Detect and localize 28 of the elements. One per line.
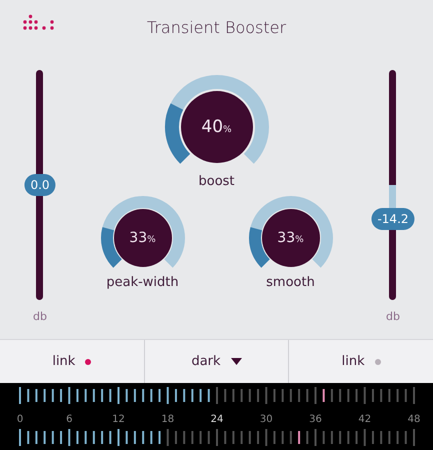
unit-label: db [33,310,47,323]
scale-label: 36 [309,414,322,426]
unit-label: db [386,310,400,323]
plugin-title: Transient Booster [146,18,286,38]
scale-label: 18 [161,414,174,426]
knob-label: boost [198,174,235,189]
scale-label: 6 [66,414,72,426]
link-toggle[interactable]: link [289,340,433,384]
vertical-slider[interactable]: 0.0 [14,70,66,300]
knob-label: smooth [266,274,315,290]
scale-label: 24 [210,414,224,426]
vertical-slider[interactable]: -14.2 [367,70,419,300]
caret-icon [230,358,242,366]
slider-thumb[interactable]: -14.2 [371,208,415,230]
knob-value: 40% [201,116,232,137]
scale-label: 30 [260,414,273,426]
knob-value: 33% [129,230,156,246]
scale-label: 0 [16,414,24,426]
scale-label: 42 [358,414,372,426]
theme-dropdown[interactable]: dark [144,340,290,384]
knob-value: 33% [277,230,304,246]
knob-label: peak-width [106,274,179,290]
peak-marker [298,431,300,444]
scale-label: 12 [112,414,125,426]
slider-thumb[interactable]: 0.0 [24,174,56,196]
scale-label: 48 [408,414,420,426]
peak-marker [322,389,325,402]
link-toggle[interactable]: link [0,340,145,384]
